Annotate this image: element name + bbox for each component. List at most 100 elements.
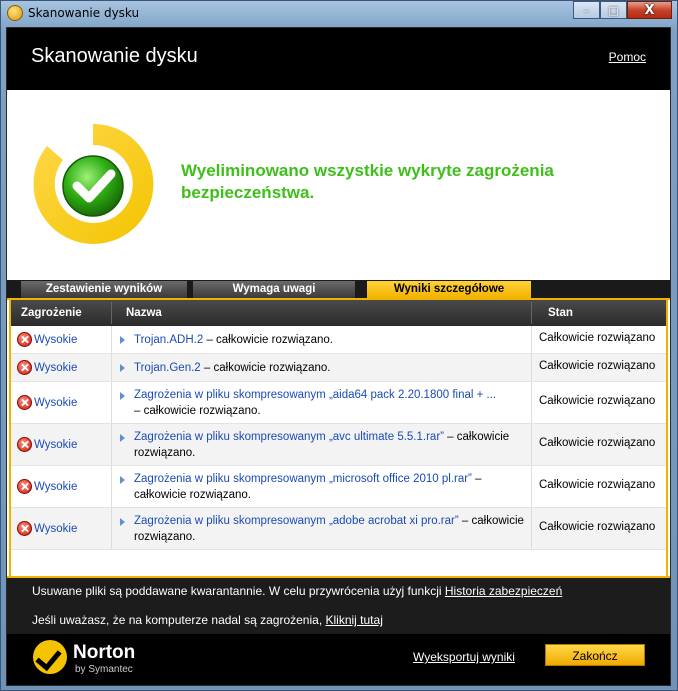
threat-status-text: – całkowicie rozwiązano. (203, 334, 334, 346)
table-row[interactable]: Wysokie Zagrożenia w pliku skompresowany… (11, 466, 666, 508)
threat-link[interactable]: Trojan.ADH.2 (134, 334, 203, 346)
column-divider (531, 354, 532, 381)
threat-link[interactable]: Zagrożenia w pliku skompresowanym „adobe… (134, 515, 459, 527)
column-divider (111, 466, 112, 507)
expand-arrow-icon[interactable] (120, 392, 125, 400)
threat-name: Zagrożenia w pliku skompresowanym „aida6… (134, 387, 526, 419)
column-divider (531, 326, 532, 353)
column-divider (531, 466, 532, 507)
title-bar[interactable]: Skanowanie dysku – □ X (1, 1, 677, 25)
status-message: Wyeliminowano wszystkie wykryte zagrożen… (181, 161, 554, 202)
threat-name: Zagrożenia w pliku skompresowanym „avc u… (134, 429, 526, 461)
column-divider (111, 354, 112, 381)
window-title: Skanowanie dysku (28, 6, 140, 20)
severity-label[interactable]: Wysokie (34, 481, 77, 493)
state-cell: Całkowicie rozwiązano (539, 360, 656, 372)
state-cell: Całkowicie rozwiązano (539, 521, 656, 533)
bottom-bar: Norton by Symantec Wyeksportuj wyniki Za… (7, 634, 670, 685)
severity-label[interactable]: Wysokie (34, 397, 77, 409)
table-row[interactable]: Wysokie Zagrożenia w pliku skompresowany… (11, 382, 666, 424)
app-window: Skanowanie dysku – □ X Skanowanie dysku … (0, 0, 678, 691)
table-row[interactable]: Wysokie Zagrożenia w pliku skompresowany… (11, 424, 666, 466)
error-icon (17, 437, 32, 452)
tab-detailed-results[interactable]: Wyniki szczegółowe (367, 281, 531, 298)
threat-link[interactable]: Zagrożenia w pliku skompresowanym „avc u… (134, 431, 444, 443)
severity-cell: Wysokie (17, 479, 77, 494)
minimize-button[interactable]: – (573, 1, 600, 19)
column-divider (111, 326, 112, 353)
column-divider (531, 382, 532, 423)
severity-label[interactable]: Wysokie (34, 362, 77, 374)
security-history-link[interactable]: Historia zabezpieczeń (445, 584, 562, 598)
close-button[interactable]: X (627, 1, 672, 19)
header: Skanowanie dysku Pomoc (7, 28, 670, 90)
error-icon (17, 479, 32, 494)
error-icon (17, 360, 32, 375)
norton-logo-icon (33, 640, 67, 674)
help-link[interactable]: Pomoc (609, 50, 646, 64)
quarantine-text: Usuwane pliki są poddawane kwarantannie.… (32, 584, 445, 598)
export-results-link[interactable]: Wyeksportuj wyniki (413, 650, 515, 664)
finish-button[interactable]: Zakończ (545, 644, 645, 666)
results-table: Zagrożenie Nazwa Stan Wysokie Trojan.ADH… (9, 300, 668, 576)
severity-cell: Wysokie (17, 437, 77, 452)
threats-text: Jeśli uważasz, że na komputerze nadal są… (32, 613, 326, 627)
header-name[interactable]: Nazwa (126, 307, 162, 319)
table-row[interactable]: Wysokie Trojan.ADH.2 – całkowicie rozwią… (11, 326, 666, 354)
maximize-icon: □ (608, 3, 619, 17)
header-threat[interactable]: Zagrożenie (21, 307, 82, 319)
column-divider (531, 424, 532, 465)
threat-name: Trojan.Gen.2 – całkowicie rozwiązano. (134, 360, 526, 376)
tab-bar: Zestawienie wyników Wymaga uwagi Wyniki … (7, 280, 670, 298)
status-area: Wyeliminowano wszystkie wykryte zagrożen… (7, 90, 670, 280)
error-icon (17, 521, 32, 536)
state-cell: Całkowicie rozwiązano (539, 479, 656, 491)
table-row[interactable]: Wysokie Zagrożenia w pliku skompresowany… (11, 508, 666, 550)
table-row[interactable]: Wysokie Trojan.Gen.2 – całkowicie rozwią… (11, 354, 666, 382)
table-header: Zagrożenie Nazwa Stan (11, 300, 666, 326)
column-divider (111, 424, 112, 465)
expand-arrow-icon[interactable] (120, 518, 125, 526)
column-divider (111, 508, 112, 549)
info-footer: Usuwane pliki są poddawane kwarantannie.… (7, 578, 670, 634)
severity-label[interactable]: Wysokie (34, 439, 77, 451)
threat-status-text: – całkowicie rozwiązano. (134, 405, 261, 417)
threat-link[interactable]: Zagrożenia w pliku skompresowanym „aida6… (134, 389, 496, 401)
threat-name: Trojan.ADH.2 – całkowicie rozwiązano. (134, 332, 526, 348)
severity-label[interactable]: Wysokie (34, 334, 77, 346)
severity-cell: Wysokie (17, 332, 77, 347)
header-divider (531, 302, 532, 324)
header-state[interactable]: Stan (548, 307, 573, 319)
close-icon: X (644, 2, 655, 18)
threats-notice: Jeśli uważasz, że na komputerze nadal są… (32, 613, 383, 627)
page-title: Skanowanie dysku (31, 45, 198, 67)
expand-arrow-icon[interactable] (120, 434, 125, 442)
column-divider (531, 508, 532, 549)
threat-link[interactable]: Trojan.Gen.2 (134, 362, 201, 374)
tab-summary[interactable]: Zestawienie wyników (21, 281, 187, 298)
main-content: Skanowanie dysku Pomoc Wyeliminowano wsz… (6, 27, 671, 686)
threat-link[interactable]: Zagrożenia w pliku skompresowanym „micro… (134, 473, 472, 485)
column-divider (111, 382, 112, 423)
tab-requires-attention[interactable]: Wymaga uwagi (193, 281, 355, 298)
brand-name: Norton (73, 642, 136, 663)
header-divider (111, 302, 112, 324)
severity-cell: Wysokie (17, 360, 77, 375)
expand-arrow-icon[interactable] (120, 476, 125, 484)
quarantine-notice: Usuwane pliki są poddawane kwarantannie.… (32, 584, 562, 598)
error-icon (17, 332, 32, 347)
severity-cell: Wysokie (17, 521, 77, 536)
threat-name: Zagrożenia w pliku skompresowanym „adobe… (134, 513, 526, 545)
state-cell: Całkowicie rozwiązano (539, 332, 656, 344)
brand-subtitle: by Symantec (75, 664, 133, 675)
expand-arrow-icon[interactable] (120, 336, 125, 344)
threat-status-text: – całkowicie rozwiązano. (200, 362, 331, 374)
expand-arrow-icon[interactable] (120, 364, 125, 372)
minimize-icon: – (583, 3, 590, 17)
severity-label[interactable]: Wysokie (34, 523, 77, 535)
norton-app-icon (7, 5, 23, 21)
severity-cell: Wysokie (17, 395, 77, 410)
results-panel: Zagrożenie Nazwa Stan Wysokie Trojan.ADH… (7, 298, 670, 578)
maximize-button[interactable]: □ (600, 1, 627, 19)
click-here-link[interactable]: Kliknij tutaj (326, 613, 383, 627)
